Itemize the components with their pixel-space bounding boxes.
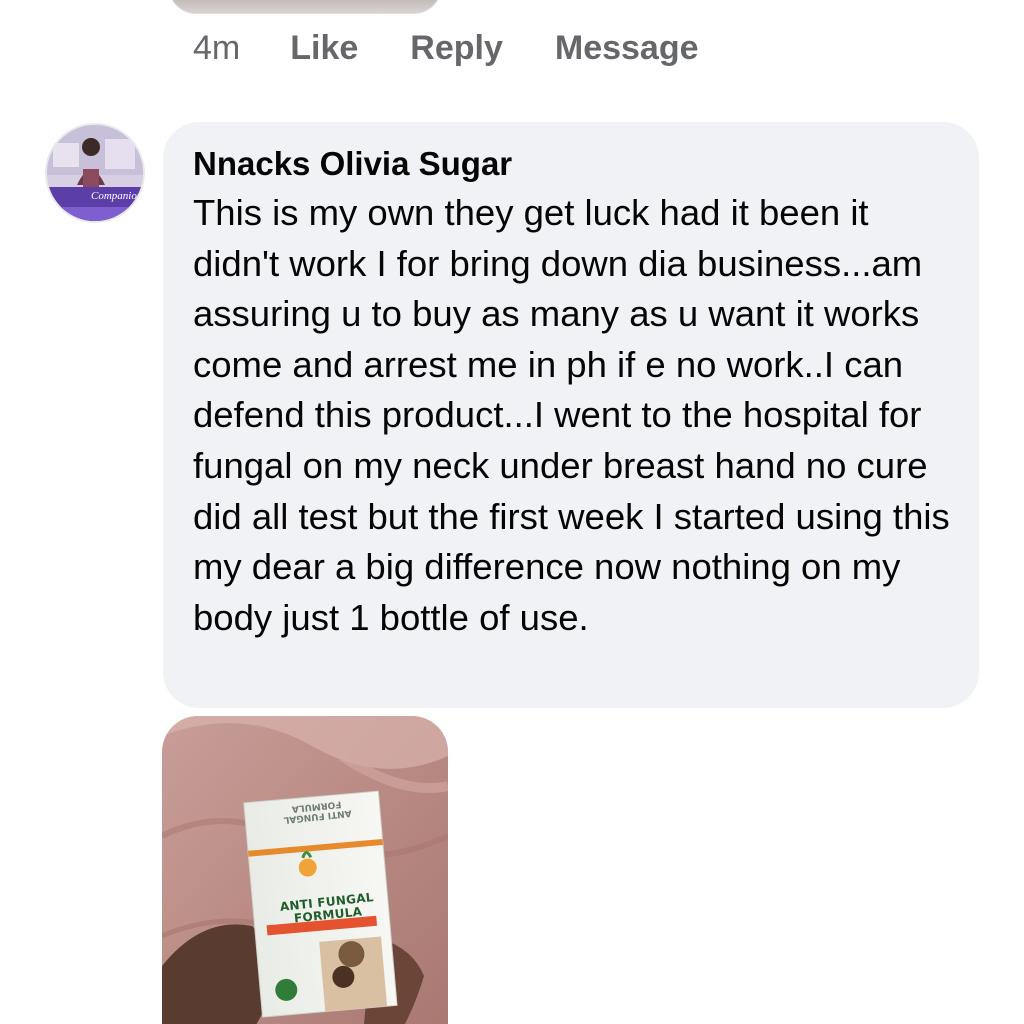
- comment-timestamp: 4m: [193, 29, 241, 67]
- avatar[interactable]: Companion: [45, 123, 145, 223]
- comment-thread: 4m Like Reply Message Companion Nnacks O…: [0, 0, 1024, 1024]
- like-button[interactable]: Like: [290, 26, 358, 70]
- comment-author[interactable]: Nnacks Olivia Sugar: [193, 144, 951, 184]
- avatar-caption: Companion: [91, 190, 143, 202]
- attached-photo[interactable]: ANTI FUNGAL FORMULA ANTI FUNGAL FORMULA: [162, 716, 448, 1024]
- comment-text: This is my own they get luck had it been…: [193, 192, 950, 638]
- avatar-image: Companion: [47, 125, 143, 221]
- comment-actions: 4m Like Reply Message: [193, 26, 699, 70]
- message-button[interactable]: Message: [555, 26, 699, 70]
- comment-bubble: Nnacks Olivia Sugar This is my own they …: [163, 122, 979, 708]
- previous-comment-image[interactable]: [168, 0, 442, 14]
- reply-button[interactable]: Reply: [410, 26, 503, 70]
- product-photo-image: [162, 716, 448, 1024]
